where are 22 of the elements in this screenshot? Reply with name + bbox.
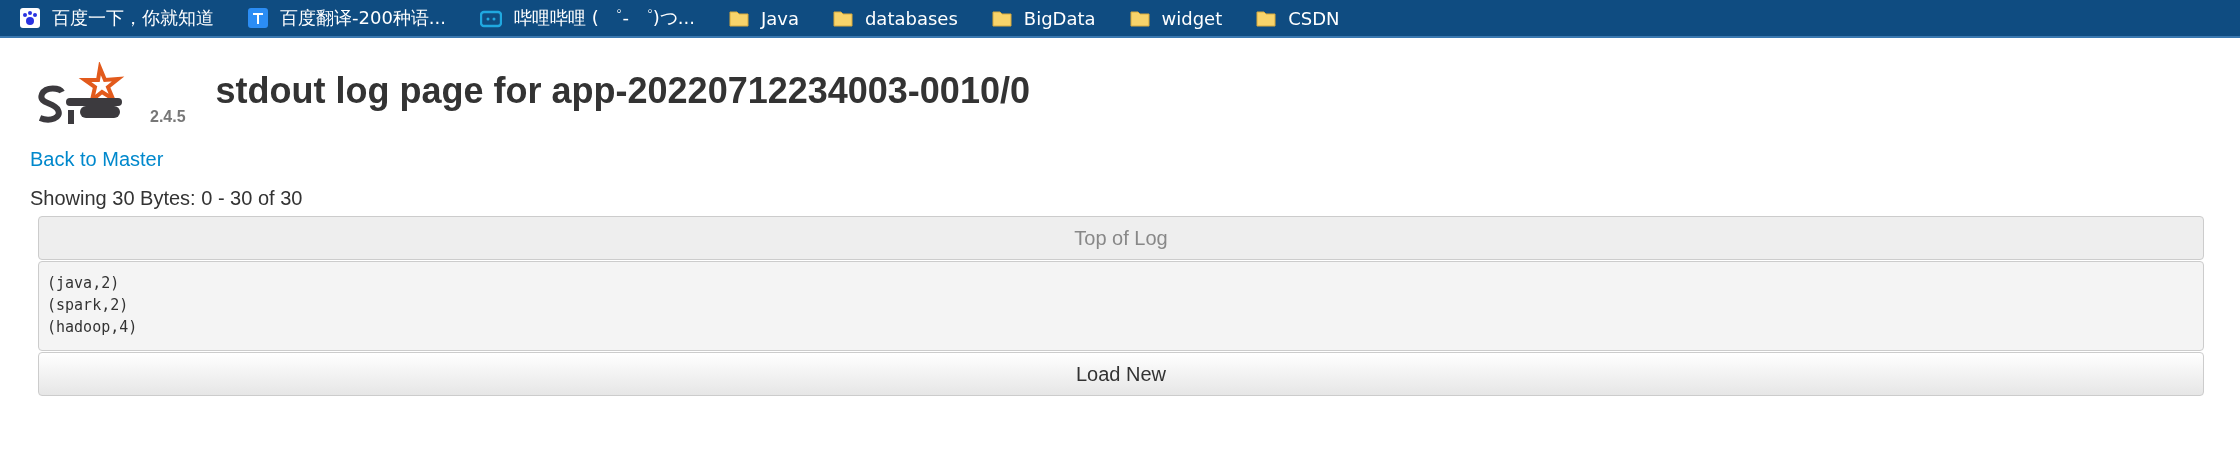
page-title: stdout log page for app-20220712234003-0010/0 [215, 70, 1030, 112]
bookmark[interactable]: 哔哩哔哩 ( ゜- ゜)つ... [480, 6, 695, 30]
bookmark[interactable]: BigData [991, 7, 1096, 29]
bookmark[interactable]: 百度一下，你就知道 [20, 6, 214, 30]
summary-text: Showing 30 Bytes: 0 - 30 of 30 [30, 187, 304, 210]
translate-icon [248, 8, 268, 28]
folder-icon [991, 9, 1012, 27]
load-new-button[interactable]: Load New [38, 352, 2204, 396]
version-label: 2.4.5 [150, 108, 186, 127]
log-output: (java,2) (spark,2) (hadoop,4) [38, 261, 2204, 351]
folder-icon [1129, 9, 1150, 27]
bookmark[interactable]: 百度翻译-200种语... [248, 6, 447, 30]
bookmark[interactable]: Java [728, 7, 799, 29]
bookmark[interactable]: widget [1129, 7, 1223, 29]
paw-icon [20, 8, 40, 28]
tv-icon [480, 8, 503, 28]
bookmark[interactable]: CSDN [1256, 7, 1340, 29]
bookmark[interactable]: databases [832, 7, 958, 29]
folder-icon [1256, 9, 1277, 27]
folder-icon [832, 9, 853, 27]
folder-icon [728, 9, 749, 27]
back-link[interactable]: Back to Master [30, 148, 164, 171]
